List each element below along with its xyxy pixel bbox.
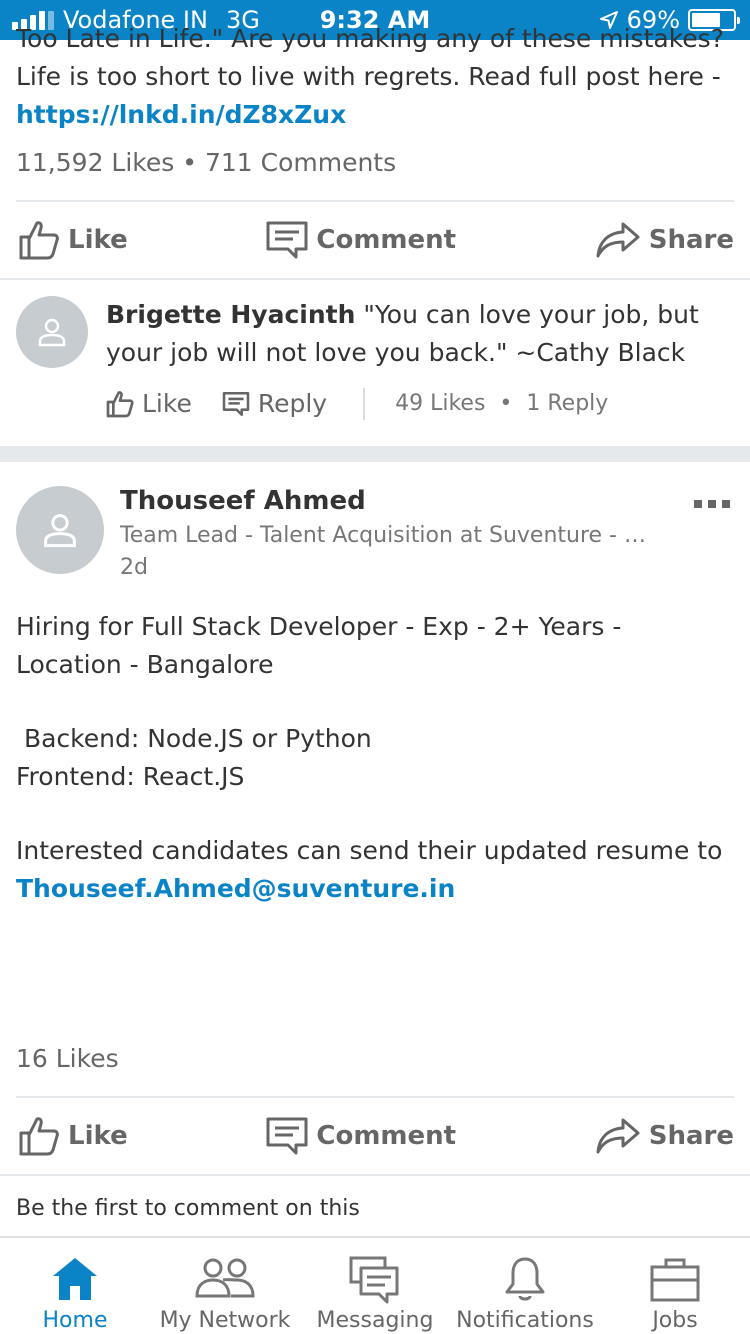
nav-jobs[interactable]: Jobs bbox=[600, 1238, 750, 1334]
nav-label: Messaging bbox=[316, 1308, 434, 1333]
post-2: Thouseef Ahmed Team Lead - Talent Acquis… bbox=[0, 462, 750, 1252]
comment-body: Brigette Hyacinth "You can love your job… bbox=[106, 296, 734, 424]
post-2-header: Thouseef Ahmed Team Lead - Talent Acquis… bbox=[0, 462, 750, 608]
comment-content: Brigette Hyacinth "You can love your job… bbox=[106, 296, 734, 372]
comment-button[interactable]: Comment bbox=[266, 1117, 456, 1155]
bell-icon bbox=[505, 1257, 545, 1301]
comment-label: Comment bbox=[316, 225, 457, 255]
avatar[interactable] bbox=[16, 296, 88, 368]
briefcase-icon bbox=[650, 1258, 700, 1302]
share-label: Share bbox=[648, 1121, 734, 1151]
network-icon bbox=[195, 1258, 255, 1298]
person-icon bbox=[38, 318, 66, 347]
comment-label: Comment bbox=[316, 1121, 457, 1151]
home-icon bbox=[53, 1258, 97, 1300]
share-label: Share bbox=[648, 225, 734, 255]
post-1-comments-count[interactable]: 711 Comments bbox=[205, 148, 396, 177]
comment-icon bbox=[266, 1117, 308, 1155]
avatar[interactable] bbox=[16, 486, 104, 574]
post-1-text: Too Late in Life." Are you making any of… bbox=[0, 20, 750, 134]
reply-label: Reply bbox=[257, 389, 328, 418]
separator bbox=[363, 388, 366, 420]
post-1-text-body: Too Late in Life." Are you making any of… bbox=[16, 24, 724, 91]
reply-button[interactable]: Reply bbox=[222, 385, 327, 423]
nav-label: Home bbox=[42, 1308, 108, 1333]
comment-icon bbox=[266, 221, 308, 259]
post-1-link[interactable]: https://lnkd.in/dZ8xZux bbox=[16, 100, 346, 129]
share-button[interactable]: Share bbox=[595, 1117, 734, 1155]
post-2-line: Hiring for Full Stack Developer - Exp - … bbox=[16, 612, 622, 679]
author-block[interactable]: Thouseef Ahmed Team Lead - Talent Acquis… bbox=[120, 486, 660, 608]
top-comment[interactable]: Brigette Hyacinth "You can love your job… bbox=[0, 280, 750, 424]
email-link[interactable]: Thouseef.Ahmed@suventure.in bbox=[16, 870, 734, 908]
post-2-line: Frontend: React.JS bbox=[16, 762, 245, 791]
author-name[interactable]: Thouseef Ahmed bbox=[120, 486, 660, 516]
post-2-actions: Like Comment Share bbox=[0, 1098, 750, 1174]
post-2-counts[interactable]: 16 Likes bbox=[0, 1044, 750, 1096]
comment-like-button[interactable]: Like bbox=[106, 385, 192, 423]
feed[interactable]: Too Late in Life." Are you making any of… bbox=[0, 24, 750, 1252]
feed-separator bbox=[0, 446, 750, 462]
nav-home[interactable]: Home bbox=[0, 1238, 150, 1334]
post-1: Too Late in Life." Are you making any of… bbox=[0, 20, 750, 424]
like-label: Like bbox=[68, 1121, 128, 1151]
nav-label: My Network bbox=[159, 1308, 291, 1333]
nav-label: Notifications bbox=[456, 1308, 594, 1333]
like-button[interactable]: Like bbox=[18, 1116, 128, 1156]
post-2-line: Interested candidates can send their upd… bbox=[16, 836, 723, 865]
post-2-line: Backend: Node.JS or Python bbox=[16, 724, 372, 753]
person-icon bbox=[44, 514, 76, 548]
nav-label: Jobs bbox=[652, 1308, 698, 1333]
comment-author[interactable]: Brigette Hyacinth bbox=[106, 300, 355, 329]
share-icon bbox=[596, 1118, 640, 1154]
post-time: 2d bbox=[120, 555, 148, 580]
author-headline: Team Lead - Talent Acquisition at Suvent… bbox=[120, 523, 660, 548]
thumbs-up-icon bbox=[19, 221, 59, 260]
nav-my-network[interactable]: My Network bbox=[150, 1238, 300, 1334]
like-label: Like bbox=[68, 225, 128, 255]
comment-like-label: Like bbox=[142, 389, 192, 418]
first-comment-prompt[interactable]: Be the first to comment on this bbox=[0, 1176, 750, 1242]
more-options-icon[interactable] bbox=[694, 500, 730, 508]
comment-button[interactable]: Comment bbox=[266, 221, 456, 259]
post-1-actions: Like Comment Share bbox=[0, 202, 750, 278]
post-1-counts[interactable]: 11,592 Likes • 711 Comments bbox=[0, 148, 750, 200]
comment-actions: Like Reply 49 Likes • 1 Reply bbox=[106, 384, 734, 424]
comment-replies-count[interactable]: 1 Reply bbox=[526, 385, 608, 423]
thumbs-up-icon bbox=[19, 1117, 59, 1156]
comment-likes-count[interactable]: 49 Likes bbox=[395, 385, 485, 423]
messaging-icon bbox=[349, 1256, 399, 1304]
post-1-likes-count[interactable]: 11,592 Likes bbox=[16, 148, 174, 177]
share-icon bbox=[596, 222, 640, 258]
nav-notifications[interactable]: Notifications bbox=[450, 1238, 600, 1334]
thumbs-up-icon bbox=[106, 391, 134, 418]
post-2-likes-count[interactable]: 16 Likes bbox=[16, 1044, 119, 1073]
reply-icon bbox=[222, 392, 250, 416]
share-button[interactable]: Share bbox=[595, 221, 734, 259]
bottom-nav: Home My Network Messaging Notifications … bbox=[0, 1236, 750, 1334]
post-2-text: Hiring for Full Stack Developer - Exp - … bbox=[0, 608, 750, 908]
nav-messaging[interactable]: Messaging bbox=[300, 1238, 450, 1334]
like-button[interactable]: Like bbox=[18, 220, 128, 260]
